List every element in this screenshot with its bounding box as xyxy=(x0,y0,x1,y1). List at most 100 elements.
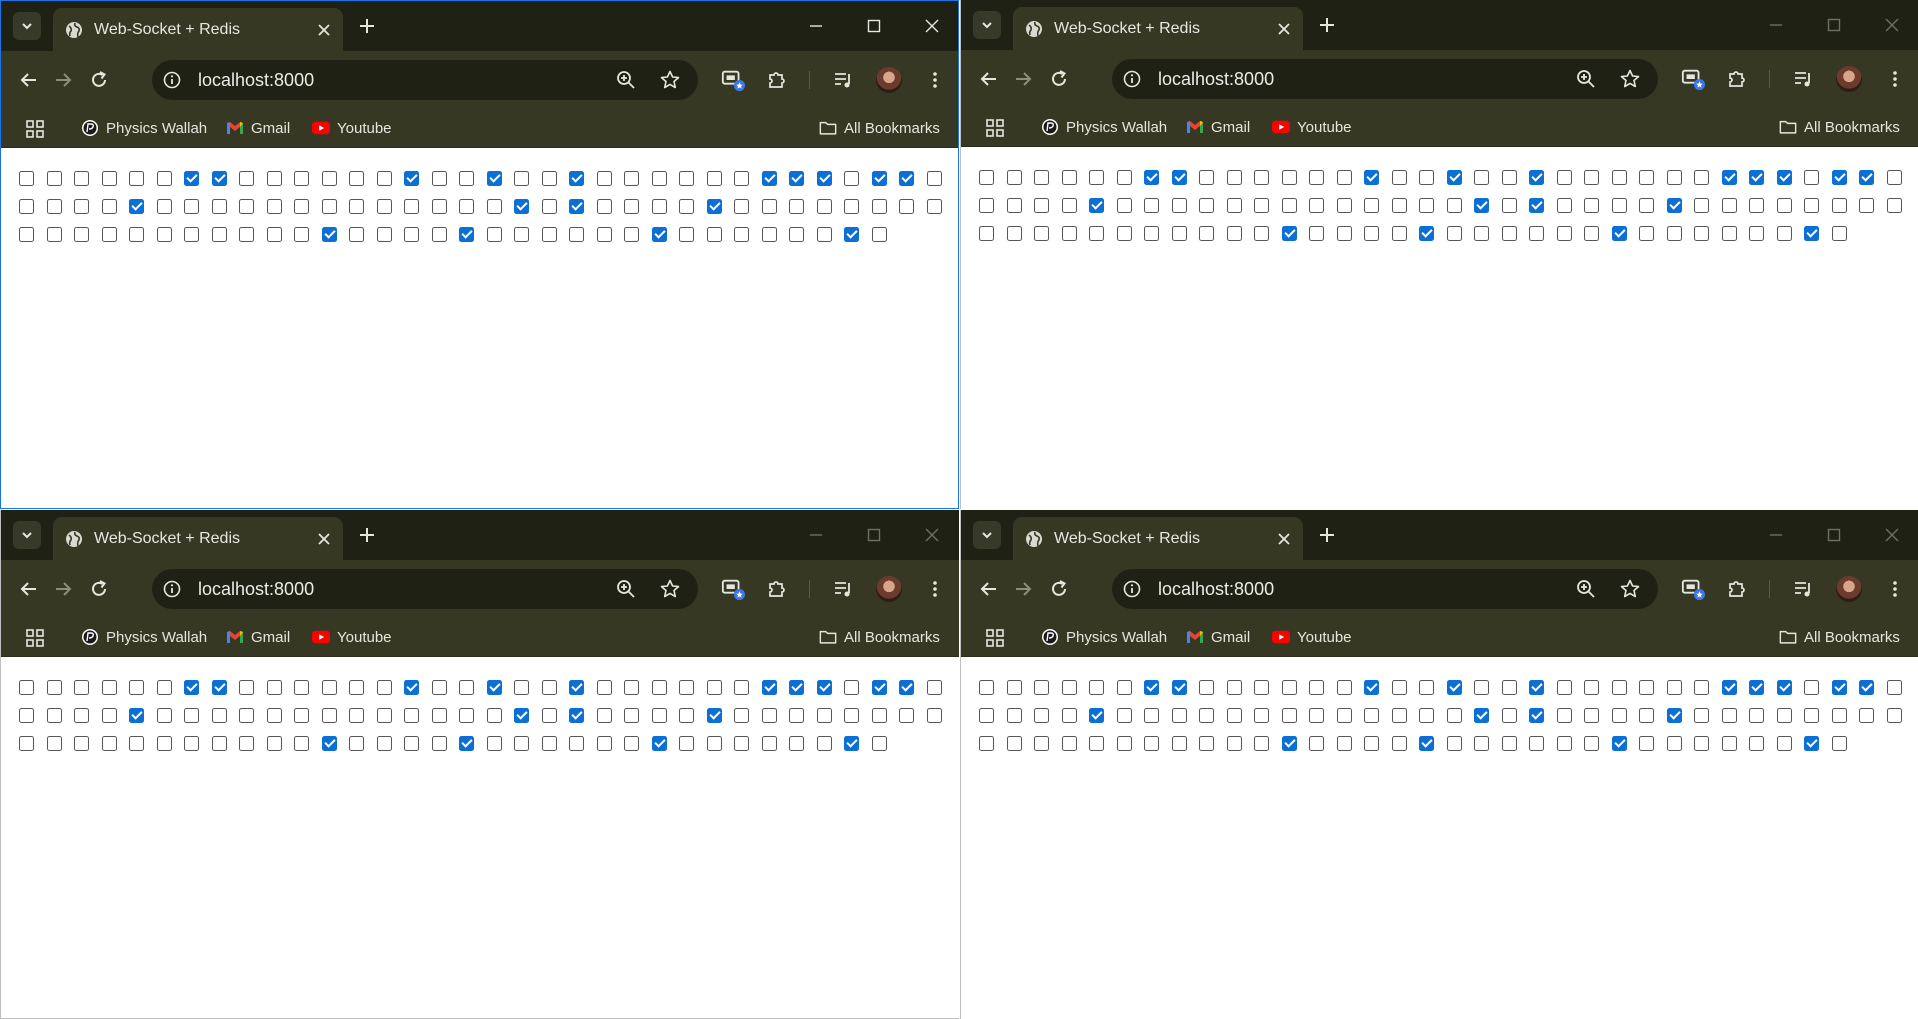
checkbox-checked[interactable] xyxy=(1859,169,1874,185)
checkbox-checked[interactable] xyxy=(1144,679,1159,695)
checkbox-unchecked[interactable] xyxy=(979,169,994,185)
checkbox-unchecked[interactable] xyxy=(596,735,612,751)
checkbox-unchecked[interactable] xyxy=(734,198,749,214)
checkbox-unchecked[interactable] xyxy=(734,735,749,751)
checkbox-unchecked[interactable] xyxy=(459,198,474,214)
new-tab-button[interactable] xyxy=(356,524,378,546)
checkbox-unchecked[interactable] xyxy=(1364,197,1379,213)
checkbox-unchecked[interactable] xyxy=(871,735,887,751)
checkbox-unchecked[interactable] xyxy=(1281,169,1297,185)
maximize-button[interactable] xyxy=(863,15,885,37)
checkbox-unchecked[interactable] xyxy=(679,170,694,186)
checkbox-checked[interactable] xyxy=(1171,679,1187,695)
checkbox-checked[interactable] xyxy=(211,170,227,186)
checkbox-unchecked[interactable] xyxy=(979,197,994,213)
checkbox-checked[interactable] xyxy=(459,226,474,242)
checkbox-checked[interactable] xyxy=(1144,169,1159,185)
checkbox-unchecked[interactable] xyxy=(321,707,337,723)
checkbox-unchecked[interactable] xyxy=(844,707,859,723)
checkbox-unchecked[interactable] xyxy=(1529,225,1544,241)
extensions-button[interactable] xyxy=(765,68,789,92)
zoom-icon[interactable] xyxy=(615,69,637,91)
checkbox-checked[interactable] xyxy=(404,679,419,695)
checkbox-unchecked[interactable] xyxy=(101,170,117,186)
address-bar[interactable]: localhost:8000 xyxy=(1112,59,1658,99)
minimize-button[interactable] xyxy=(805,524,827,546)
checkbox-unchecked[interactable] xyxy=(706,735,722,751)
checkbox-unchecked[interactable] xyxy=(1116,735,1132,751)
bookmark-physics-wallah[interactable]: Physics Wallah xyxy=(81,627,207,647)
checkbox-unchecked[interactable] xyxy=(1639,707,1654,723)
checkbox-unchecked[interactable] xyxy=(431,170,447,186)
checkbox-unchecked[interactable] xyxy=(266,735,282,751)
checkbox-checked[interactable] xyxy=(321,226,337,242)
checkbox-unchecked[interactable] xyxy=(1226,679,1242,695)
checkbox-unchecked[interactable] xyxy=(74,735,89,751)
maximize-button[interactable] xyxy=(863,524,885,546)
checkbox-checked[interactable] xyxy=(706,707,722,723)
checkbox-unchecked[interactable] xyxy=(294,707,309,723)
checkbox-unchecked[interactable] xyxy=(651,198,667,214)
checkbox-unchecked[interactable] xyxy=(1391,735,1407,751)
checkbox-unchecked[interactable] xyxy=(1886,169,1902,185)
checkbox-unchecked[interactable] xyxy=(1061,735,1077,751)
profile-avatar[interactable] xyxy=(1836,66,1862,92)
checkbox-unchecked[interactable] xyxy=(1831,735,1847,751)
checkbox-checked[interactable] xyxy=(486,170,502,186)
checkbox-unchecked[interactable] xyxy=(1171,197,1187,213)
checkbox-unchecked[interactable] xyxy=(239,226,254,242)
checkbox-unchecked[interactable] xyxy=(816,226,832,242)
checkbox-unchecked[interactable] xyxy=(376,226,392,242)
bookmark-star-icon[interactable] xyxy=(1619,578,1641,600)
checkbox-unchecked[interactable] xyxy=(349,735,364,751)
checkbox-unchecked[interactable] xyxy=(129,735,144,751)
checkbox-unchecked[interactable] xyxy=(184,735,199,751)
checkbox-unchecked[interactable] xyxy=(1391,225,1407,241)
checkbox-unchecked[interactable] xyxy=(239,198,254,214)
bookmark-youtube[interactable]: Youtube xyxy=(312,118,392,138)
checkbox-unchecked[interactable] xyxy=(1281,197,1297,213)
checkbox-checked[interactable] xyxy=(321,735,337,751)
checkbox-unchecked[interactable] xyxy=(459,679,474,695)
checkbox-unchecked[interactable] xyxy=(1804,197,1819,213)
checkbox-unchecked[interactable] xyxy=(1309,169,1324,185)
checkbox-unchecked[interactable] xyxy=(1116,169,1132,185)
bookmark-physics-wallah[interactable]: Physics Wallah xyxy=(81,118,207,138)
checkbox-unchecked[interactable] xyxy=(1666,679,1682,695)
checkbox-unchecked[interactable] xyxy=(1171,735,1187,751)
checkbox-unchecked[interactable] xyxy=(1116,225,1132,241)
checkbox-unchecked[interactable] xyxy=(1639,679,1654,695)
checkbox-unchecked[interactable] xyxy=(844,170,859,186)
checkbox-unchecked[interactable] xyxy=(1776,225,1792,241)
back-button[interactable] xyxy=(977,67,1001,91)
checkbox-unchecked[interactable] xyxy=(294,679,309,695)
address-bar[interactable]: localhost:8000 xyxy=(152,569,698,609)
checkbox-unchecked[interactable] xyxy=(1364,707,1379,723)
checkbox-unchecked[interactable] xyxy=(1556,225,1572,241)
checkbox-unchecked[interactable] xyxy=(1611,707,1627,723)
checkbox-unchecked[interactable] xyxy=(404,226,419,242)
checkbox-checked[interactable] xyxy=(1419,735,1434,751)
forward-button[interactable] xyxy=(1011,67,1035,91)
checkbox-unchecked[interactable] xyxy=(1336,225,1352,241)
checkbox-unchecked[interactable] xyxy=(294,226,309,242)
checkbox-unchecked[interactable] xyxy=(1226,225,1242,241)
checkbox-checked[interactable] xyxy=(1474,197,1489,213)
checkbox-checked[interactable] xyxy=(1831,169,1847,185)
checkbox-unchecked[interactable] xyxy=(926,707,942,723)
checkbox-unchecked[interactable] xyxy=(624,707,639,723)
checkbox-unchecked[interactable] xyxy=(184,226,199,242)
checkbox-unchecked[interactable] xyxy=(734,707,749,723)
checkbox-unchecked[interactable] xyxy=(1006,197,1022,213)
checkbox-unchecked[interactable] xyxy=(1859,197,1874,213)
checkbox-unchecked[interactable] xyxy=(1749,707,1764,723)
checkbox-unchecked[interactable] xyxy=(541,198,557,214)
checkbox-unchecked[interactable] xyxy=(596,707,612,723)
checkbox-unchecked[interactable] xyxy=(1226,735,1242,751)
minimize-button[interactable] xyxy=(1765,14,1787,36)
checkbox-checked[interactable] xyxy=(1474,707,1489,723)
checkbox-unchecked[interactable] xyxy=(1391,197,1407,213)
checkbox-unchecked[interactable] xyxy=(404,198,419,214)
checkbox-checked[interactable] xyxy=(1804,225,1819,241)
checkbox-unchecked[interactable] xyxy=(1886,679,1902,695)
